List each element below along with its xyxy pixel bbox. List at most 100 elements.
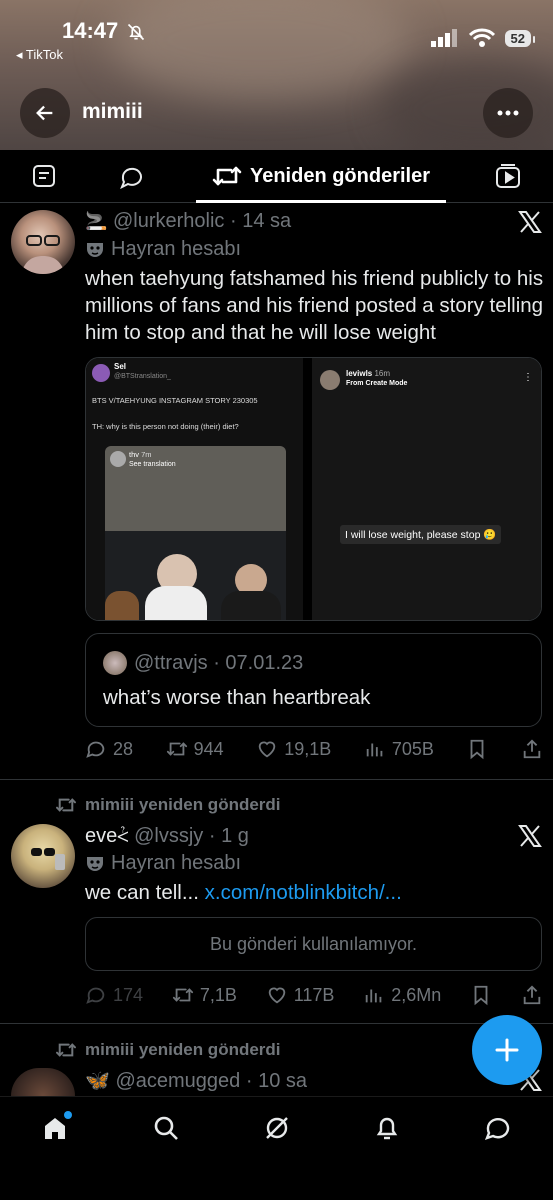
status-icons: 52 <box>430 28 536 48</box>
bell-off-icon <box>127 23 145 41</box>
view-count: 705B <box>391 738 434 759</box>
tweet-author-line: 🚬 @lurkerholic · 14 sa <box>85 210 291 233</box>
profile-tabs: Yeniden gönderiler <box>0 150 553 203</box>
quote-date: · 07.01.23 <box>213 652 304 674</box>
story-caption: I will lose weight, please stop 🥲 <box>340 525 502 544</box>
tweet-handle[interactable]: @lurkerholic <box>113 210 224 232</box>
tweet-time: · 14 sa <box>230 210 292 232</box>
repost-icon <box>212 166 242 186</box>
x-logo-icon[interactable] <box>518 824 542 848</box>
cellular-icon <box>430 29 457 47</box>
tweet-display-name[interactable]: eve⩻ <box>85 825 129 847</box>
like-button[interactable]: 19,1B <box>256 738 331 760</box>
chat-bubble-icon <box>484 1118 510 1140</box>
avatar[interactable] <box>11 824 75 888</box>
fan-account-label: Hayran hesabı <box>85 852 241 875</box>
fan-account-label: Hayran hesabı <box>85 238 241 261</box>
tweet-link[interactable]: x.com/notblinkbitch/... <box>205 881 402 904</box>
reply-button[interactable]: 174 <box>85 984 143 1006</box>
nav-notifications[interactable] <box>370 1111 404 1145</box>
tweet-text: when taehyung fatshamed his friend publi… <box>85 267 544 344</box>
nav-grok[interactable] <box>260 1111 294 1145</box>
view-count: 2,6Mn <box>391 984 442 1005</box>
bar-chart-icon <box>366 743 383 757</box>
bookmark-button[interactable] <box>466 738 488 760</box>
repost-icon <box>56 1043 76 1057</box>
avatar <box>92 364 110 382</box>
tweet-handle[interactable]: @lvssjy <box>134 825 203 847</box>
plus-icon <box>495 1038 519 1062</box>
media-right-user: leviwls 16m <box>346 369 391 378</box>
repost-icon <box>56 798 76 812</box>
tweet-text: we can tell... x.com/notblinkbitch/... <box>85 879 545 906</box>
tab-replies[interactable] <box>102 150 162 202</box>
back-to-app-link[interactable]: ◂ TikTok <box>16 47 63 63</box>
tweet-actions: 174 7,1B 117B 2,6Mn <box>85 984 543 1006</box>
page-title: mimiii <box>82 100 143 123</box>
reply-button[interactable]: 28 <box>85 738 133 760</box>
tweet-actions: 28 944 19,1B 705B <box>85 738 543 760</box>
status-time: 14:47 <box>62 18 119 43</box>
like-button[interactable]: 117B <box>266 984 335 1006</box>
repost-icon <box>166 742 187 756</box>
document-icon <box>33 165 55 187</box>
share-button[interactable] <box>521 984 543 1006</box>
media-left-name: Sel <box>114 362 127 371</box>
reply-icon <box>86 741 105 758</box>
bell-icon <box>376 1117 398 1140</box>
tweet-time: · 10 sa <box>245 1070 308 1092</box>
quote-handle: @ttravjs <box>134 652 208 674</box>
media-left-line1: BTS V/TAEHYUNG INSTAGRAM STORY 230305 <box>92 396 258 405</box>
media-image-left[interactable]: Sel @BTStranslation_ BTS V/TAEHYUNG INST… <box>86 358 303 620</box>
bar-chart-icon <box>366 989 382 1003</box>
quote-author-line: @ttravjs · 07.01.23 <box>134 652 303 675</box>
reply-count: 174 <box>113 984 144 1005</box>
tweet-media[interactable]: Sel @BTStranslation_ BTS V/TAEHYUNG INST… <box>85 357 542 621</box>
repost-indicator-text: mimiii yeniden gönderdi <box>85 1040 281 1059</box>
more-icon <box>497 110 519 116</box>
tweet-handle[interactable]: @acemugged <box>115 1070 240 1092</box>
reply-icon <box>86 987 105 1004</box>
x-logo-icon[interactable] <box>518 210 542 234</box>
back-button[interactable] <box>20 88 70 138</box>
media-image-right[interactable]: leviwls 16m From Create Mode ⋮ I will lo… <box>312 358 541 620</box>
tweet-author-line: eve⩻ @lvssjy · 1 g <box>85 825 249 848</box>
repost-indicator-text: mimiii yeniden gönderdi <box>85 795 281 814</box>
more-options-button[interactable] <box>483 88 533 138</box>
nav-home[interactable] <box>38 1111 72 1145</box>
quote-text: what’s worse than heartbreak <box>103 686 371 709</box>
share-button[interactable] <box>521 738 543 760</box>
repost-icon <box>172 988 193 1002</box>
compose-button[interactable] <box>472 1015 542 1085</box>
bookmark-icon <box>471 739 484 760</box>
repost-indicator: mimiii yeniden gönderdi <box>55 1040 281 1060</box>
views-button[interactable]: 2,6Mn <box>363 984 441 1006</box>
bookmark-button[interactable] <box>470 984 492 1006</box>
like-count: 117B <box>293 984 335 1005</box>
repost-count: 944 <box>193 738 224 759</box>
fan-label-text: Hayran hesabı <box>111 238 242 260</box>
quoted-tweet[interactable]: @ttravjs · 07.01.23 what’s worse than he… <box>85 633 542 727</box>
arrow-left-icon <box>36 105 53 121</box>
unavailable-post-notice: Bu gönderi kullanılamıyor. <box>85 917 542 971</box>
wifi-icon <box>468 28 495 47</box>
heart-icon <box>258 741 276 758</box>
nav-search[interactable] <box>149 1111 183 1145</box>
share-icon <box>523 739 541 759</box>
tab-posts[interactable] <box>14 150 74 202</box>
mask-icon <box>87 856 103 871</box>
repost-button[interactable]: 7,1B <box>172 984 237 1006</box>
views-button[interactable]: 705B <box>364 738 434 760</box>
bottom-navigation <box>0 1096 553 1200</box>
nav-messages[interactable] <box>481 1111 515 1145</box>
tab-media[interactable] <box>478 150 538 202</box>
avatar[interactable] <box>11 210 75 274</box>
speech-bubble-icon <box>120 167 142 189</box>
avatar[interactable] <box>11 1068 75 1096</box>
more-icon: ⋮ <box>523 372 533 383</box>
media-left-line2: TH: why is this person not doing (their)… <box>92 422 239 431</box>
repost-button[interactable]: 944 <box>166 738 224 760</box>
search-icon <box>154 1116 178 1140</box>
tab-reposts[interactable]: Yeniden gönderiler <box>196 150 446 202</box>
like-count: 19,1B <box>284 738 332 759</box>
